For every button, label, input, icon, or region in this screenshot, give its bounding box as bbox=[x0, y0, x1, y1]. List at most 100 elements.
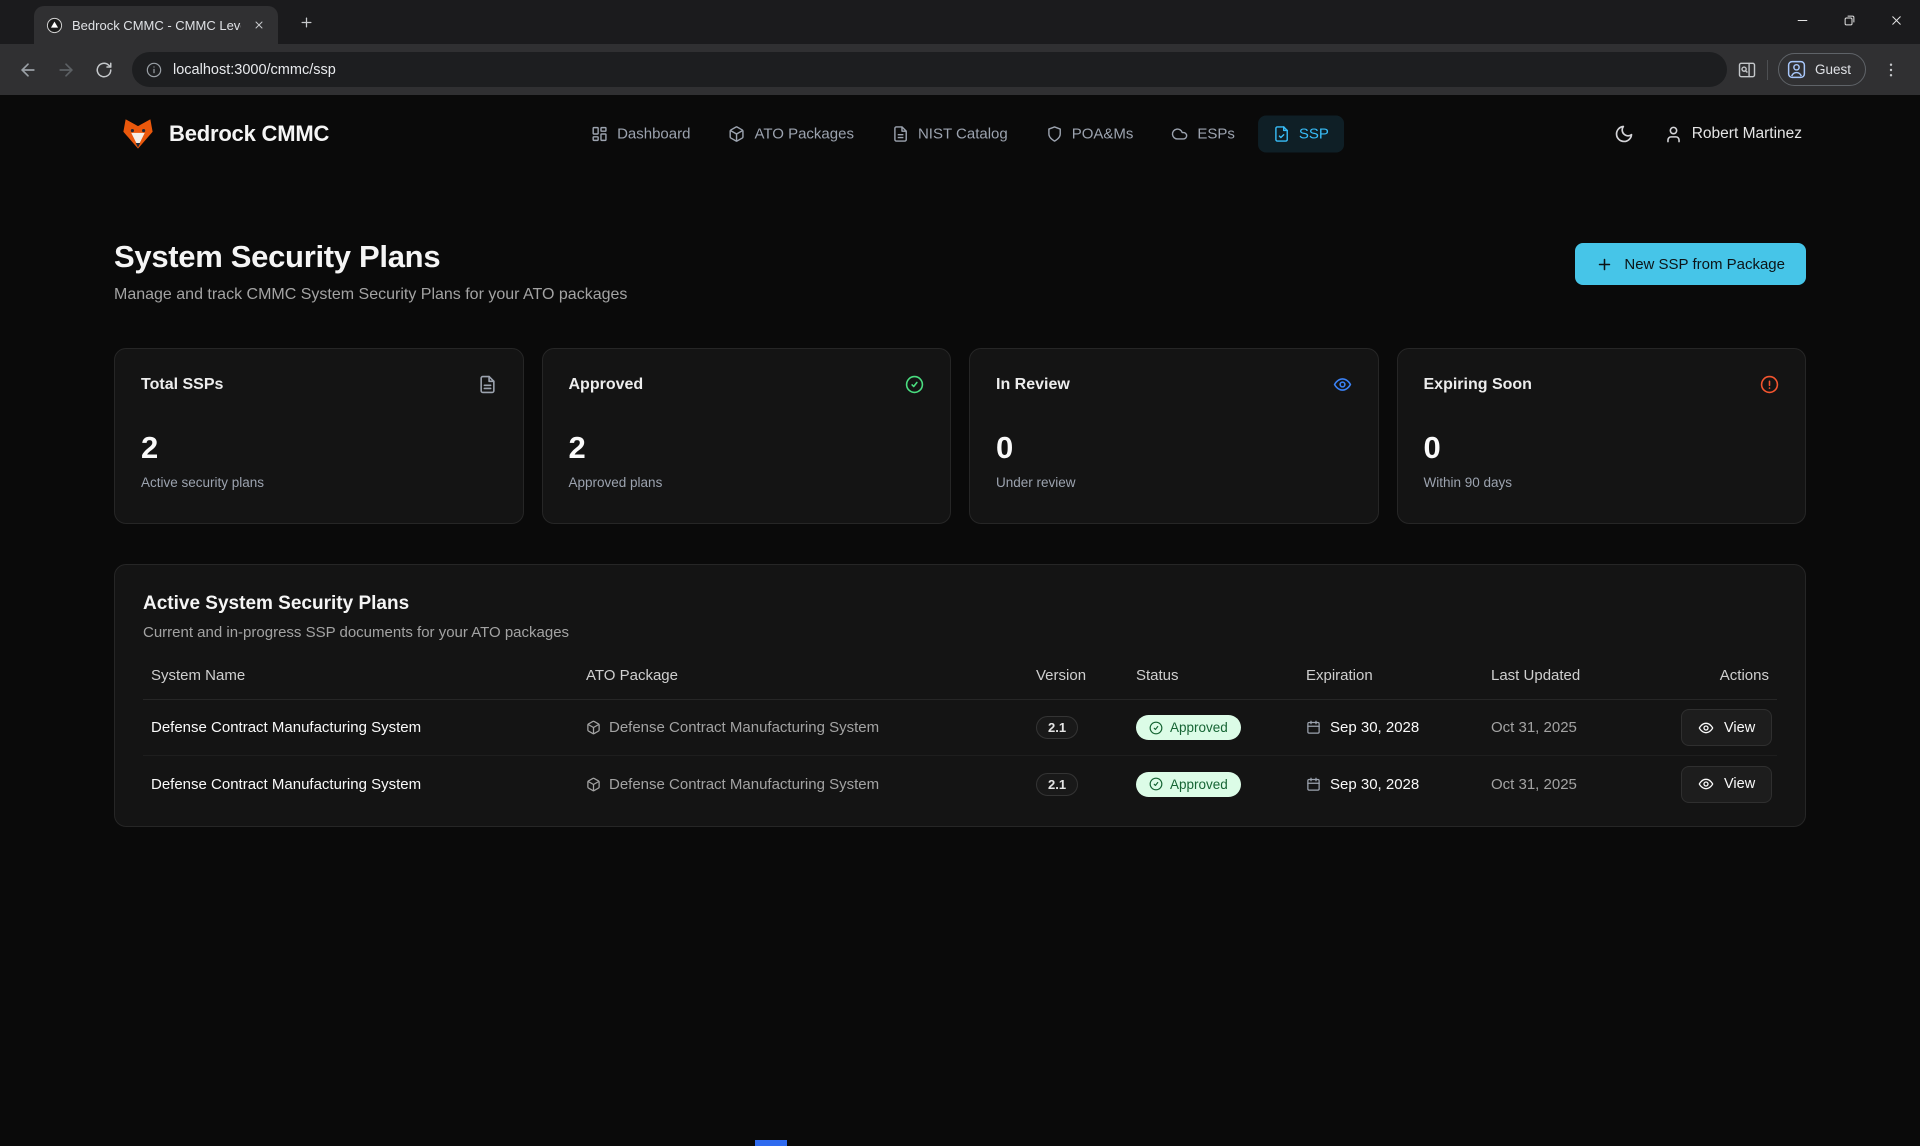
stat-caption: Active security plans bbox=[141, 475, 497, 490]
table-row: Defense Contract Manufacturing System De… bbox=[143, 700, 1777, 756]
new-ssp-button-label: New SSP from Package bbox=[1624, 256, 1785, 273]
col-last-updated: Last Updated bbox=[1491, 667, 1681, 684]
nav-label: Dashboard bbox=[617, 126, 690, 143]
profile-label: Guest bbox=[1815, 62, 1851, 77]
new-tab-button[interactable] bbox=[292, 8, 320, 36]
nav-item-ato-packages[interactable]: ATO Packages bbox=[713, 116, 869, 153]
view-button-label: View bbox=[1724, 720, 1755, 736]
stat-value: 0 bbox=[996, 430, 1352, 466]
package-icon bbox=[586, 777, 601, 792]
nav-item-dashboard[interactable]: Dashboard bbox=[576, 116, 705, 153]
expiration-cell: Sep 30, 2028 bbox=[1306, 776, 1491, 793]
window-controls bbox=[1779, 0, 1920, 40]
brand-name: Bedrock CMMC bbox=[169, 121, 329, 147]
ato-package-cell: Defense Contract Manufacturing System bbox=[586, 719, 1036, 736]
nav-item-ssp[interactable]: SSP bbox=[1258, 116, 1344, 153]
last-updated: Oct 31, 2025 bbox=[1491, 776, 1681, 793]
eye-icon bbox=[1698, 776, 1714, 792]
side-panel-search-icon[interactable] bbox=[1737, 60, 1757, 80]
package-icon bbox=[586, 720, 601, 735]
actions-cell: View bbox=[1681, 709, 1772, 746]
page-subtitle: Manage and track CMMC System Security Pl… bbox=[114, 286, 627, 304]
package-icon bbox=[728, 126, 745, 143]
plus-icon bbox=[1596, 256, 1613, 273]
stat-label: Total SSPs bbox=[141, 376, 223, 394]
calendar-icon bbox=[1306, 777, 1321, 792]
nav-item-poams[interactable]: POA&Ms bbox=[1031, 116, 1149, 153]
status-label: Approved bbox=[1170, 777, 1228, 792]
view-button-label: View bbox=[1724, 776, 1755, 792]
user-icon bbox=[1664, 125, 1683, 144]
ssp-table-card: Active System Security Plans Current and… bbox=[114, 564, 1806, 827]
new-ssp-button[interactable]: New SSP from Package bbox=[1575, 243, 1806, 285]
col-version: Version bbox=[1036, 667, 1136, 684]
file-text-icon bbox=[478, 375, 497, 394]
system-name: Defense Contract Manufacturing System bbox=[151, 719, 586, 736]
table-header-row: System Name ATO Package Version Status E… bbox=[143, 667, 1777, 700]
brand[interactable]: Bedrock CMMC bbox=[120, 116, 329, 152]
restore-button[interactable] bbox=[1826, 0, 1873, 40]
profile-avatar-icon bbox=[1786, 59, 1807, 80]
nav-label: ESPs bbox=[1197, 126, 1235, 143]
view-button[interactable]: View bbox=[1681, 709, 1772, 746]
file-check-icon bbox=[1273, 126, 1290, 143]
shield-icon bbox=[1046, 126, 1063, 143]
stat-caption: Approved plans bbox=[569, 475, 925, 490]
reload-button[interactable] bbox=[86, 52, 122, 88]
browser-menu-icon[interactable] bbox=[1876, 61, 1906, 79]
version-badge: 2.1 bbox=[1036, 716, 1078, 739]
stat-label: Expiring Soon bbox=[1424, 376, 1532, 394]
browser-toolbar: localhost:3000/cmmc/ssp Guest bbox=[0, 44, 1920, 95]
ato-package-cell: Defense Contract Manufacturing System bbox=[586, 776, 1036, 793]
back-button[interactable] bbox=[10, 52, 46, 88]
nav-item-esps[interactable]: ESPs bbox=[1156, 116, 1250, 153]
actions-cell: View bbox=[1681, 766, 1772, 803]
site-info-icon[interactable] bbox=[146, 62, 162, 78]
fox-logo-icon bbox=[120, 116, 156, 152]
stat-label: Approved bbox=[569, 376, 644, 394]
nav-label: NIST Catalog bbox=[918, 126, 1008, 143]
user-menu[interactable]: Robert Martinez bbox=[1664, 125, 1802, 144]
eye-icon bbox=[1333, 375, 1352, 394]
dashboard-grid-icon bbox=[591, 126, 608, 143]
dark-mode-toggle-icon[interactable] bbox=[1614, 124, 1634, 144]
nav-label: ATO Packages bbox=[754, 126, 854, 143]
stat-card-approved: Approved 2 Approved plans bbox=[542, 348, 952, 524]
page-head: System Security Plans Manage and track C… bbox=[114, 239, 1806, 304]
table-row: Defense Contract Manufacturing System De… bbox=[143, 756, 1777, 812]
profile-chip[interactable]: Guest bbox=[1778, 53, 1866, 86]
status-badge: Approved bbox=[1136, 715, 1241, 740]
col-actions: Actions bbox=[1681, 667, 1769, 684]
col-system-name: System Name bbox=[151, 667, 586, 684]
circle-check-icon bbox=[1149, 721, 1163, 735]
last-updated: Oct 31, 2025 bbox=[1491, 719, 1681, 736]
page-title: System Security Plans bbox=[114, 239, 627, 275]
browser-tab[interactable]: Bedrock CMMC - CMMC Level bbox=[34, 6, 278, 44]
stat-value: 0 bbox=[1424, 430, 1780, 466]
main-nav: Dashboard ATO Packages NIST Catalog POA&… bbox=[576, 116, 1344, 153]
toolbar-right: Guest bbox=[1737, 53, 1910, 86]
tab-favicon bbox=[46, 17, 63, 34]
ato-package-name: Defense Contract Manufacturing System bbox=[609, 776, 879, 793]
status-label: Approved bbox=[1170, 720, 1228, 735]
stats-row: Total SSPs 2 Active security plans Appro… bbox=[114, 348, 1806, 524]
stat-card-expiring-soon: Expiring Soon 0 Within 90 days bbox=[1397, 348, 1807, 524]
stat-caption: Under review bbox=[996, 475, 1352, 490]
table-card-subtitle: Current and in-progress SSP documents fo… bbox=[143, 624, 1777, 641]
view-button[interactable]: View bbox=[1681, 766, 1772, 803]
close-window-button[interactable] bbox=[1873, 0, 1920, 40]
tab-close-icon[interactable] bbox=[250, 16, 268, 34]
system-name: Defense Contract Manufacturing System bbox=[151, 776, 586, 793]
stat-value: 2 bbox=[569, 430, 925, 466]
stat-value: 2 bbox=[141, 430, 497, 466]
forward-button[interactable] bbox=[48, 52, 84, 88]
nav-label: SSP bbox=[1299, 126, 1329, 143]
circle-check-icon bbox=[1149, 777, 1163, 791]
nav-item-nist-catalog[interactable]: NIST Catalog bbox=[877, 116, 1023, 153]
minimize-button[interactable] bbox=[1779, 0, 1826, 40]
eye-icon bbox=[1698, 720, 1714, 736]
address-bar[interactable]: localhost:3000/cmmc/ssp bbox=[132, 52, 1727, 87]
stat-label: In Review bbox=[996, 376, 1070, 394]
header-right: Robert Martinez bbox=[1614, 124, 1802, 144]
expiration-date: Sep 30, 2028 bbox=[1330, 776, 1419, 793]
